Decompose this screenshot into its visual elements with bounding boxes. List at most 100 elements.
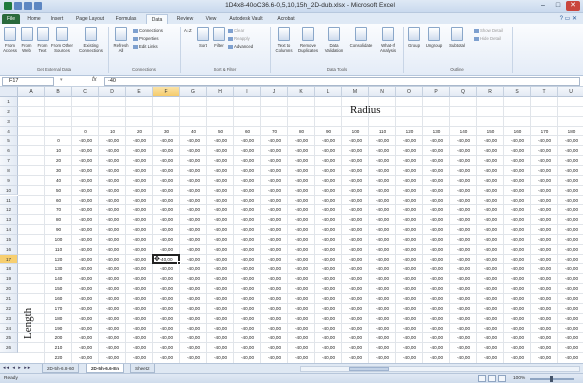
subtotal-button[interactable]: Subtotal: [446, 27, 468, 48]
insert-function-icon[interactable]: fx: [92, 77, 97, 83]
radius-value-cell[interactable]: 70: [261, 127, 288, 136]
data-cell[interactable]: -40,00: [396, 146, 423, 155]
data-cell[interactable]: -40,00: [531, 156, 558, 165]
row-header[interactable]: 7: [0, 156, 18, 166]
data-cell[interactable]: -40,00: [180, 343, 207, 352]
hide-detail-button[interactable]: Hide Detail: [474, 36, 501, 42]
row-header[interactable]: 6: [0, 146, 18, 157]
data-cell[interactable]: -40,00: [315, 205, 342, 214]
data-cell[interactable]: -40,00: [99, 264, 126, 273]
data-cell[interactable]: -40,00: [450, 166, 477, 175]
data-cell[interactable]: -40,00: [153, 176, 180, 185]
data-cell[interactable]: -40,00: [423, 274, 450, 283]
data-cell[interactable]: -40,00: [342, 314, 369, 323]
data-cell[interactable]: -40,00: [504, 294, 531, 303]
radius-value-cell[interactable]: 90: [315, 127, 342, 136]
data-cell[interactable]: -40,00: [342, 294, 369, 303]
data-cell[interactable]: -40,00: [153, 196, 180, 205]
radius-value-cell[interactable]: 160: [504, 127, 531, 136]
data-cell[interactable]: -40,00: [180, 166, 207, 175]
data-cell[interactable]: -40,00: [369, 304, 396, 313]
length-value-cell[interactable]: 90: [45, 225, 72, 234]
data-cell[interactable]: -40,00: [450, 314, 477, 323]
data-cell[interactable]: -40,00: [288, 146, 315, 155]
data-cell[interactable]: -40,00: [477, 353, 504, 362]
data-cell[interactable]: -40,00: [99, 176, 126, 185]
data-cell[interactable]: -40,00: [531, 225, 558, 234]
data-cell[interactable]: -40,00: [504, 314, 531, 323]
data-cell[interactable]: -40,00: [531, 264, 558, 273]
data-cell[interactable]: -40,00: [369, 324, 396, 333]
data-cell[interactable]: -40,00: [450, 156, 477, 165]
data-cell[interactable]: -40,00: [531, 343, 558, 352]
zoom-level[interactable]: 100%: [513, 376, 525, 381]
data-cell[interactable]: -40,00: [369, 255, 396, 264]
data-cell[interactable]: -40,00: [342, 225, 369, 234]
data-cell[interactable]: -40,00: [207, 146, 234, 155]
data-cell[interactable]: -40,00: [153, 294, 180, 303]
length-value-cell[interactable]: 180: [45, 314, 72, 323]
data-cell[interactable]: -40,00: [207, 353, 234, 362]
data-cell[interactable]: -40,00: [153, 264, 180, 273]
data-cell[interactable]: -40,00: [288, 196, 315, 205]
data-cell[interactable]: -40,00: [558, 166, 583, 175]
data-cell[interactable]: -40,00: [423, 294, 450, 303]
data-cell[interactable]: -40,00: [531, 205, 558, 214]
data-cell[interactable]: -40,00: [99, 215, 126, 224]
data-cell[interactable]: -40,00: [450, 176, 477, 185]
data-cell[interactable]: -40,00: [558, 205, 583, 214]
data-cell[interactable]: -40,00: [396, 284, 423, 293]
data-cell[interactable]: -40,00: [423, 225, 450, 234]
radius-value-cell[interactable]: 0: [72, 127, 99, 136]
data-cell[interactable]: -40,00: [369, 235, 396, 244]
data-cell[interactable]: -40,00: [396, 166, 423, 175]
data-cell[interactable]: -40,00: [234, 136, 261, 145]
data-cell[interactable]: -40,00: [207, 156, 234, 165]
data-cell[interactable]: -40,00: [72, 196, 99, 205]
data-cell[interactable]: -40,00: [234, 166, 261, 175]
data-cell[interactable]: -40,00: [234, 196, 261, 205]
data-cell[interactable]: -40,00: [180, 353, 207, 362]
radius-value-cell[interactable]: 40: [180, 127, 207, 136]
data-cell[interactable]: -40,00: [315, 274, 342, 283]
radius-value-cell[interactable]: 150: [477, 127, 504, 136]
data-cell[interactable]: -40,00: [180, 176, 207, 185]
data-cell[interactable]: -40,00: [99, 333, 126, 342]
data-cell[interactable]: -40,00: [558, 196, 583, 205]
data-cell[interactable]: -40,00: [342, 196, 369, 205]
data-cell[interactable]: -40,00: [477, 215, 504, 224]
data-cell[interactable]: -40,00: [531, 294, 558, 303]
data-cell[interactable]: -40,00: [342, 264, 369, 273]
data-cell[interactable]: -40,00: [558, 245, 583, 254]
data-cell[interactable]: -40,00: [531, 166, 558, 175]
data-cell[interactable]: -40,00: [126, 294, 153, 303]
data-cell[interactable]: -40,00: [261, 166, 288, 175]
data-cell[interactable]: -40,00: [504, 146, 531, 155]
data-cell[interactable]: -40,00: [261, 156, 288, 165]
data-cell[interactable]: -40,00: [207, 205, 234, 214]
data-cell[interactable]: -40,00: [180, 196, 207, 205]
consolidate-button[interactable]: Consolidate: [348, 27, 374, 48]
data-cell[interactable]: -40,00: [558, 235, 583, 244]
length-value-cell[interactable]: 60: [45, 196, 72, 205]
column-header-l[interactable]: L: [315, 87, 342, 97]
data-cell[interactable]: -40,00: [72, 166, 99, 175]
data-cell[interactable]: -40,00: [504, 274, 531, 283]
data-cell[interactable]: -40,00: [234, 186, 261, 195]
radius-value-cell[interactable]: 100: [342, 127, 369, 136]
data-cell[interactable]: -40,00: [396, 205, 423, 214]
data-cell[interactable]: -40,00: [288, 245, 315, 254]
column-header-r[interactable]: R: [477, 87, 504, 97]
data-cell[interactable]: -40,00: [288, 205, 315, 214]
data-cell[interactable]: -40,00: [423, 156, 450, 165]
row-header[interactable]: 17: [0, 254, 18, 265]
tab-autodesk-vault[interactable]: Autodesk Vault: [224, 14, 268, 24]
data-cell[interactable]: -40,00: [504, 136, 531, 145]
radius-value-cell[interactable]: 30: [153, 127, 180, 136]
name-box[interactable]: F17: [2, 77, 54, 86]
data-cell[interactable]: -40,00: [153, 146, 180, 155]
data-cell[interactable]: -40,00: [261, 294, 288, 303]
data-cell[interactable]: -40,00: [288, 314, 315, 323]
clear-button[interactable]: Clear: [228, 28, 244, 34]
data-cell[interactable]: -40,00: [207, 235, 234, 244]
